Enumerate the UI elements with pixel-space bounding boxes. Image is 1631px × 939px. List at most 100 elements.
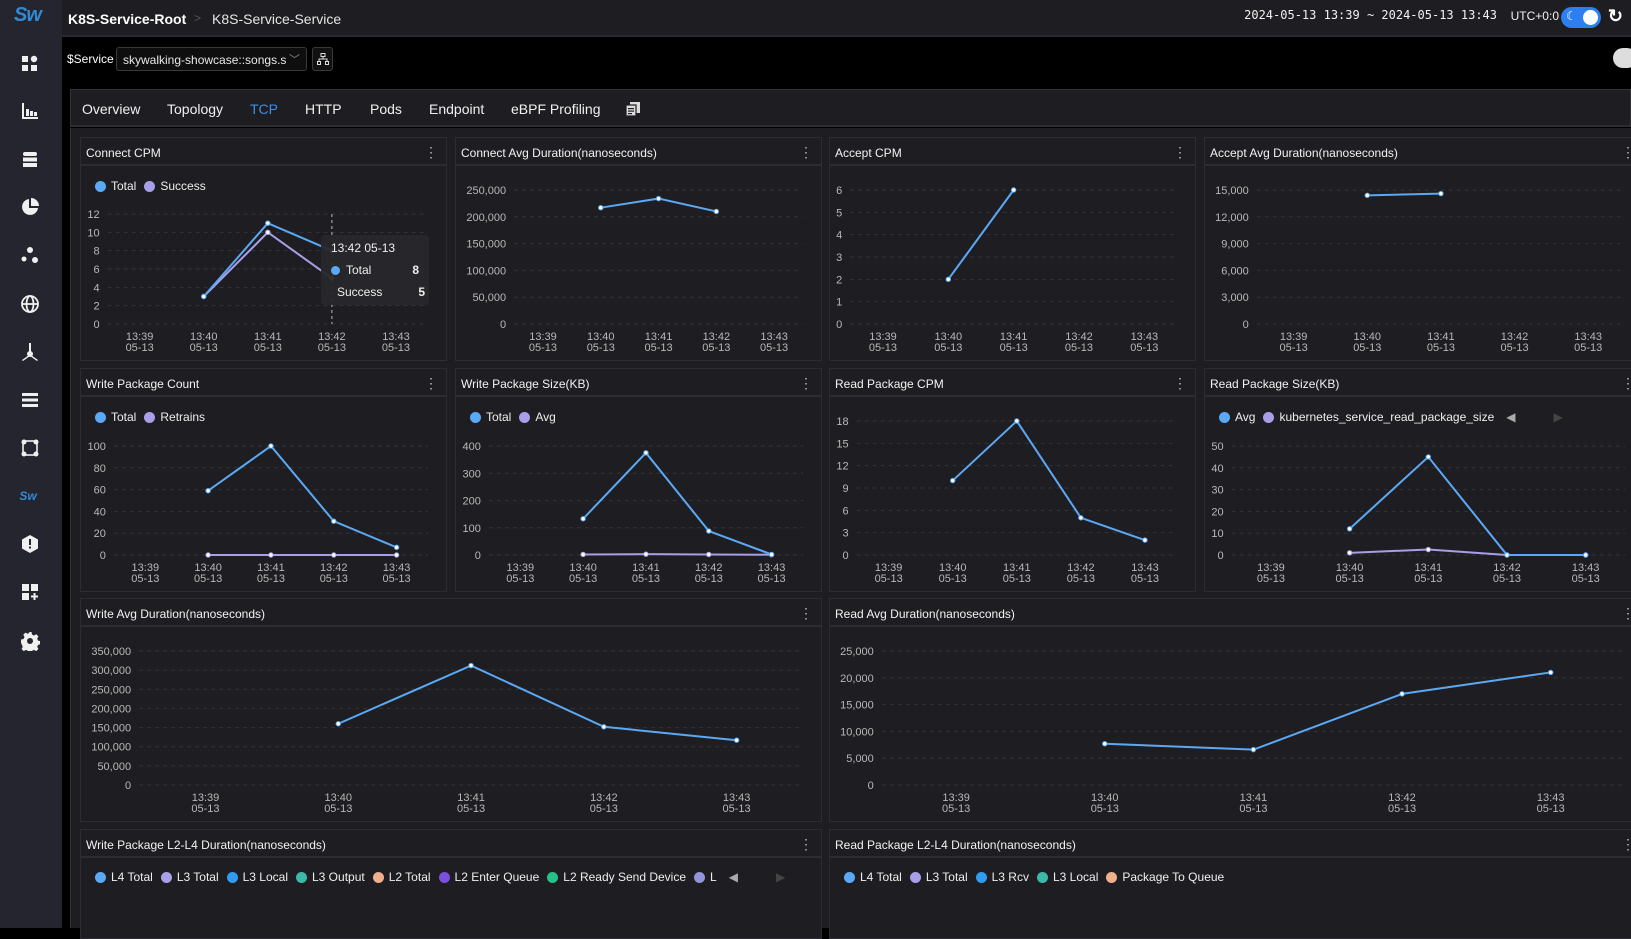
more-options-icon[interactable]: ⋮ (424, 145, 438, 159)
legend-item[interactable]: L2 Enter Queue (439, 870, 540, 884)
chart-accept-cpm[interactable]: 012345613:3905-1313:4005-1313:4105-1313:… (830, 168, 1197, 362)
data-point[interactable] (394, 545, 398, 549)
dashboard-icon[interactable] (18, 52, 42, 76)
chart-icon[interactable] (18, 99, 42, 123)
data-point[interactable] (951, 478, 955, 482)
tab-pods[interactable]: Pods (370, 101, 402, 117)
data-point[interactable] (1583, 553, 1587, 557)
more-options-icon[interactable]: ⋮ (1621, 606, 1631, 620)
chart-read-package-size[interactable]: 0102030405013:3905-1313:4005-1313:4105-1… (1205, 399, 1631, 593)
data-point[interactable] (1347, 551, 1351, 555)
tab-endpoint[interactable]: Endpoint (429, 101, 484, 117)
data-point[interactable] (602, 725, 606, 729)
tab-overview[interactable]: Overview (82, 101, 140, 117)
gear-icon[interactable] (18, 629, 42, 653)
tab-http[interactable]: HTTP (305, 101, 342, 117)
legend-item[interactable]: L2 Total (373, 870, 431, 884)
edit-mode-switch[interactable] (1613, 48, 1631, 68)
more-options-icon[interactable]: ⋮ (799, 145, 813, 159)
chart-read-avg-duration[interactable]: 05,00010,00015,00020,00025,00013:3905-13… (830, 629, 1631, 823)
data-point[interactable] (1251, 747, 1255, 751)
legend-item[interactable]: L2 Ready Send Device (547, 870, 686, 884)
more-options-icon[interactable]: ⋮ (424, 376, 438, 390)
skywalking-icon[interactable]: Sw (16, 484, 40, 508)
more-options-icon[interactable]: ⋮ (1621, 837, 1631, 851)
list-icon[interactable] (18, 388, 42, 412)
data-point[interactable] (206, 553, 210, 557)
tab-ebpf-profiling[interactable]: eBPF Profiling (511, 101, 600, 117)
data-point[interactable] (206, 488, 210, 492)
chart-write-avg-duration[interactable]: 050,000100,000150,000200,000250,000300,0… (81, 629, 823, 823)
legend-next-icon[interactable]: ▶ (776, 870, 785, 884)
data-point[interactable] (644, 451, 648, 455)
data-point[interactable] (1011, 188, 1015, 192)
mesh-icon[interactable] (18, 340, 42, 364)
more-options-icon[interactable]: ⋮ (799, 376, 813, 390)
data-point[interactable] (1400, 692, 1404, 696)
data-point[interactable] (1548, 670, 1552, 674)
series-line-avg[interactable] (1367, 194, 1441, 196)
data-point[interactable] (734, 738, 738, 742)
data-point[interactable] (332, 553, 336, 557)
chart-read-package-cpm[interactable]: 036912151813:3905-1313:4005-1313:4105-13… (830, 399, 1197, 593)
legend-item[interactable]: L3 Total (161, 870, 219, 884)
pie-icon[interactable] (18, 195, 42, 219)
alert-icon[interactable] (18, 532, 42, 556)
theme-toggle[interactable]: ☾ (1561, 7, 1601, 28)
data-point[interactable] (1426, 547, 1430, 551)
data-point[interactable] (1143, 538, 1147, 542)
chart-write-package-count[interactable]: 02040608010013:3905-1313:4005-1313:4105-… (81, 399, 448, 593)
data-point[interactable] (946, 277, 950, 281)
more-options-icon[interactable]: ⋮ (799, 837, 813, 851)
data-point[interactable] (644, 552, 648, 556)
database-icon[interactable] (18, 147, 42, 171)
tab-tcp[interactable]: TCP (250, 101, 278, 117)
service-select[interactable]: skywalking-showcase::songs.s ﹀ (116, 47, 307, 71)
data-point[interactable] (394, 553, 398, 557)
series-line-total[interactable] (583, 453, 771, 555)
legend-item[interactable]: L3 Local (1037, 870, 1098, 884)
data-point[interactable] (1439, 191, 1443, 195)
time-range-picker[interactable]: 2024-05-13 13:39 ~ 2024-05-13 13:43 (1244, 8, 1497, 22)
series-line-avg[interactable] (1350, 457, 1586, 555)
legend-item[interactable]: L3 Total (910, 870, 968, 884)
data-point[interactable] (1103, 742, 1107, 746)
data-point[interactable] (336, 722, 340, 726)
legend-prev-icon[interactable]: ◀ (729, 870, 738, 884)
data-point[interactable] (1347, 527, 1351, 531)
data-point[interactable] (1505, 553, 1509, 557)
legend-item[interactable]: L3 Rcv (976, 870, 1029, 884)
data-point[interactable] (269, 444, 273, 448)
breadcrumb-root[interactable]: K8S-Service-Root (68, 11, 186, 27)
data-point[interactable] (202, 294, 206, 298)
series-line-avg[interactable] (583, 554, 771, 555)
data-point[interactable] (266, 221, 270, 225)
legend-item[interactable]: L3 Output (296, 870, 365, 884)
data-point[interactable] (266, 230, 270, 234)
legend-item[interactable]: L4 Total (844, 870, 902, 884)
globe-icon[interactable] (18, 292, 42, 316)
refresh-icon[interactable]: ↻ (1608, 6, 1623, 27)
data-point[interactable] (1015, 419, 1019, 423)
data-point[interactable] (581, 517, 585, 521)
chart-write-package-size[interactable]: 010020030040013:3905-1313:4005-1313:4105… (456, 399, 823, 593)
copy-icon[interactable] (625, 101, 641, 117)
legend-item[interactable]: L3 Local (227, 870, 288, 884)
data-point[interactable] (332, 519, 336, 523)
series-line-total[interactable] (208, 446, 396, 547)
data-point[interactable] (714, 209, 718, 213)
data-point[interactable] (581, 552, 585, 556)
more-options-icon[interactable]: ⋮ (799, 606, 813, 620)
skywalking-logo[interactable]: Sw (14, 4, 41, 27)
data-point[interactable] (1079, 516, 1083, 520)
chart-accept-avg-duration[interactable]: 03,0006,0009,00012,00015,00013:3905-1313… (1205, 168, 1631, 362)
topology-button[interactable] (312, 47, 333, 71)
legend-item[interactable]: L4 Total (95, 870, 153, 884)
series-line-avg[interactable] (338, 666, 736, 741)
chart-connect-avg-duration[interactable]: 050,000100,000150,000200,000250,00013:39… (456, 168, 823, 362)
data-point[interactable] (599, 205, 603, 209)
tab-topology[interactable]: Topology (167, 101, 223, 117)
more-options-icon[interactable]: ⋮ (1621, 376, 1631, 390)
more-options-icon[interactable]: ⋮ (1621, 145, 1631, 159)
legend-item[interactable]: L (694, 870, 717, 884)
